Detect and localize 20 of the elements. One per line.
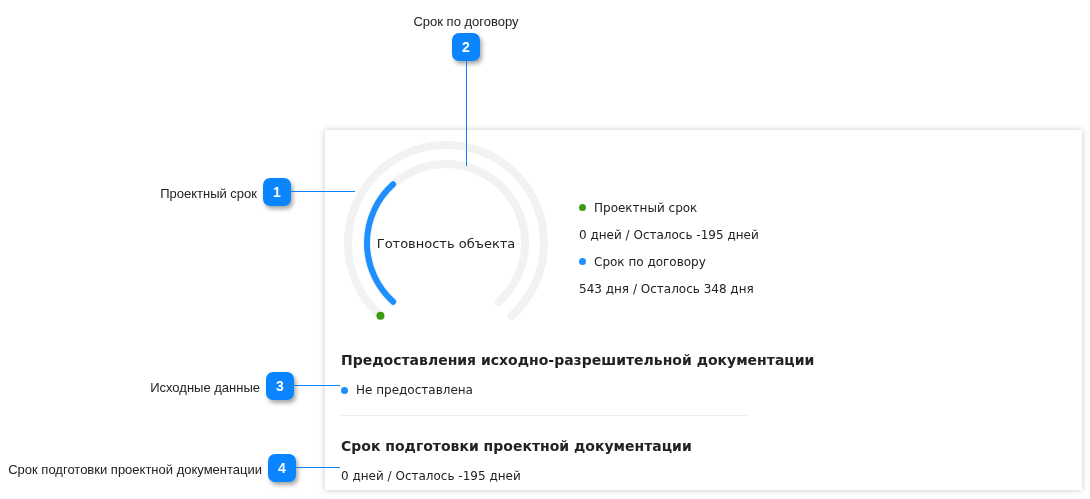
callout-label: Исходные данные xyxy=(150,379,260,397)
section-title: Предоставления исходно-разрешительной документации xyxy=(341,351,816,370)
legend-value: 0 дней / Осталось -195 дней xyxy=(579,226,759,244)
leader-line xyxy=(296,467,340,468)
section-value: 0 дней / Осталось -195 дней xyxy=(341,468,521,485)
gauge-title: Готовность объекта xyxy=(376,236,516,251)
callout-badge: 1 xyxy=(263,178,291,206)
legend-label: Срок по договору xyxy=(594,253,706,271)
leader-line xyxy=(294,385,340,386)
callout-label: Проектный срок xyxy=(160,185,257,203)
legend-value: 543 дня / Осталось 348 дня xyxy=(579,280,754,298)
section-title: Срок подготовки проектной документации xyxy=(341,437,693,456)
status-text: Не предоставлена xyxy=(356,382,473,399)
callout-badge: 4 xyxy=(268,454,296,482)
leader-line xyxy=(291,191,355,192)
legend-label: Проектный срок xyxy=(594,199,698,217)
callout-label: Срок по договору xyxy=(413,13,519,31)
callout-label: Срок подготовки проектной документации xyxy=(8,461,262,479)
callout-badge: 2 xyxy=(452,33,480,61)
callout-badge: 3 xyxy=(266,372,294,400)
